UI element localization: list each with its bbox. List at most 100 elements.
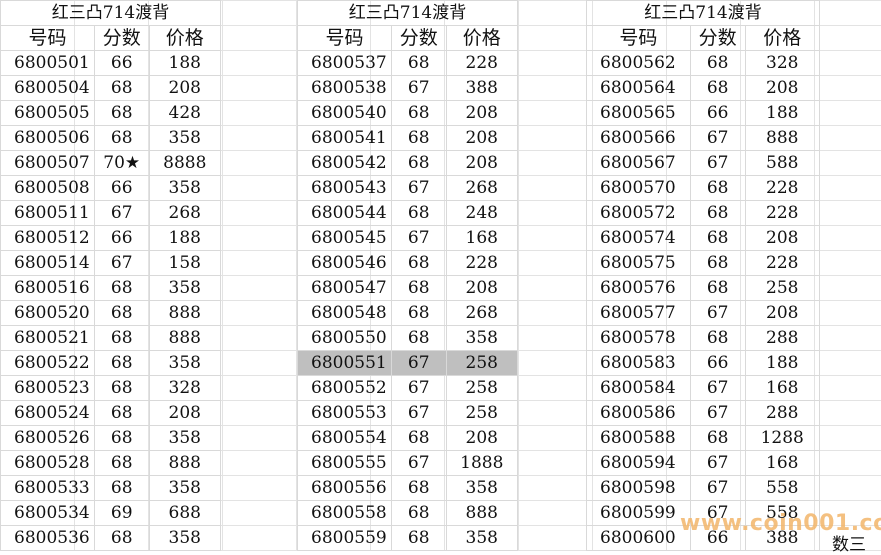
price-cell[interactable]: 1288 <box>744 425 820 451</box>
code-cell[interactable]: 6800554 <box>297 425 392 451</box>
score-cell[interactable]: 68 <box>93 325 150 351</box>
header-price[interactable]: 价格 <box>148 25 222 51</box>
code-cell[interactable]: 6800570 <box>586 175 691 201</box>
table-row[interactable]: 6800575 68 228 <box>586 250 820 276</box>
table-row[interactable]: 6800586 67 288 <box>586 400 820 426</box>
score-cell[interactable]: 68 <box>93 125 150 151</box>
score-cell[interactable]: 67 <box>390 375 447 401</box>
price-cell[interactable]: 688 <box>148 500 222 526</box>
price-cell[interactable]: 888 <box>148 450 222 476</box>
price-cell[interactable]: 888 <box>148 325 222 351</box>
score-cell[interactable]: 68 <box>689 75 746 101</box>
table-row[interactable]: 6800558 68 888 <box>297 500 519 526</box>
table-row[interactable]: 6800562 68 328 <box>586 50 820 76</box>
score-cell[interactable]: 68 <box>390 200 447 226</box>
code-cell[interactable]: 6800546 <box>297 250 392 276</box>
price-cell[interactable]: 228 <box>445 50 519 76</box>
price-cell[interactable]: 258 <box>445 375 519 401</box>
score-cell[interactable]: 67 <box>689 450 746 476</box>
score-cell[interactable]: 68 <box>689 50 746 76</box>
code-cell[interactable]: 6800559 <box>297 525 392 551</box>
header-code[interactable]: 号码 <box>586 25 691 51</box>
score-cell[interactable]: 68 <box>93 450 150 476</box>
code-cell[interactable]: 6800556 <box>297 475 392 501</box>
header-price[interactable]: 价格 <box>744 25 820 51</box>
price-cell[interactable]: 358 <box>148 475 222 501</box>
score-cell[interactable]: 68 <box>93 375 150 401</box>
code-cell[interactable]: 6800538 <box>297 75 392 101</box>
price-cell[interactable]: 228 <box>445 250 519 276</box>
selected-table-row[interactable]: 6800551 67 258 <box>297 350 519 376</box>
price-cell[interactable]: 588 <box>744 150 820 176</box>
table-row[interactable]: 6800506 68 358 <box>0 125 222 151</box>
price-cell[interactable]: 358 <box>148 425 222 451</box>
score-cell[interactable]: 68 <box>390 500 447 526</box>
score-cell[interactable]: 67 <box>390 225 447 251</box>
price-cell[interactable]: 208 <box>445 275 519 301</box>
code-cell[interactable]: 6800576 <box>586 275 691 301</box>
score-cell[interactable]: 68 <box>689 200 746 226</box>
code-cell[interactable]: 6800594 <box>586 450 691 476</box>
price-cell[interactable]: 888 <box>744 125 820 151</box>
code-cell[interactable]: 6800528 <box>0 450 95 476</box>
table-row[interactable]: 6800547 68 208 <box>297 275 519 301</box>
code-cell[interactable]: 6800508 <box>0 175 95 201</box>
price-cell[interactable]: 208 <box>445 125 519 151</box>
price-cell[interactable]: 428 <box>148 100 222 126</box>
score-cell[interactable]: 68 <box>93 475 150 501</box>
score-cell[interactable]: 68 <box>689 425 746 451</box>
table-row[interactable]: 6800522 68 358 <box>0 350 222 376</box>
score-cell[interactable]: 68 <box>390 150 447 176</box>
code-cell[interactable]: 6800543 <box>297 175 392 201</box>
score-cell[interactable]: 67 <box>689 300 746 326</box>
table-row[interactable]: 6800566 67 888 <box>586 125 820 151</box>
score-cell[interactable]: 68 <box>689 175 746 201</box>
code-cell[interactable]: 6800562 <box>586 50 691 76</box>
code-cell[interactable]: 6800537 <box>297 50 392 76</box>
price-cell[interactable]: 248 <box>445 200 519 226</box>
score-cell[interactable]: 68 <box>93 300 150 326</box>
code-cell[interactable]: 6800567 <box>586 150 691 176</box>
price-cell[interactable]: 288 <box>744 325 820 351</box>
price-cell[interactable]: 358 <box>148 125 222 151</box>
code-cell[interactable]: 6800504 <box>0 75 95 101</box>
score-cell[interactable]: 66 <box>689 100 746 126</box>
header-price[interactable]: 价格 <box>445 25 519 51</box>
price-cell[interactable]: 188 <box>744 100 820 126</box>
table-row[interactable]: 6800538 67 388 <box>297 75 519 101</box>
table-row[interactable]: 6800565 66 188 <box>586 100 820 126</box>
score-cell[interactable]: 67 <box>689 475 746 501</box>
price-cell[interactable]: 258 <box>445 400 519 426</box>
score-cell[interactable]: 67 <box>689 150 746 176</box>
table-row[interactable]: 6800578 68 288 <box>586 325 820 351</box>
table-row[interactable]: 6800554 68 208 <box>297 425 519 451</box>
table-row[interactable]: 6800559 68 358 <box>297 525 519 551</box>
code-cell[interactable]: 6800578 <box>586 325 691 351</box>
code-cell[interactable]: 6800524 <box>0 400 95 426</box>
table-row[interactable]: 6800540 68 208 <box>297 100 519 126</box>
score-cell[interactable]: 68 <box>689 225 746 251</box>
table-row[interactable]: 6800508 66 358 <box>0 175 222 201</box>
table-row[interactable]: 6800504 68 208 <box>0 75 222 101</box>
price-cell[interactable]: 258 <box>744 275 820 301</box>
table-row[interactable]: 6800574 68 208 <box>586 225 820 251</box>
code-cell[interactable]: 6800574 <box>586 225 691 251</box>
score-cell[interactable]: 68 <box>689 275 746 301</box>
score-cell[interactable]: 68 <box>390 275 447 301</box>
table-title[interactable]: 红三凸714渡背 <box>297 0 518 26</box>
table-row[interactable]: 6800542 68 208 <box>297 150 519 176</box>
table-row[interactable]: 6800537 68 228 <box>297 50 519 76</box>
code-cell[interactable]: 6800542 <box>297 150 392 176</box>
code-cell[interactable]: 6800586 <box>586 400 691 426</box>
score-cell[interactable]: 68 <box>390 325 447 351</box>
table-row[interactable]: 6800543 67 268 <box>297 175 519 201</box>
price-cell[interactable]: 358 <box>445 325 519 351</box>
code-cell[interactable]: 6800526 <box>0 425 95 451</box>
score-cell[interactable]: 67 <box>689 125 746 151</box>
price-cell[interactable]: 358 <box>148 175 222 201</box>
price-cell[interactable]: 388 <box>445 75 519 101</box>
price-cell[interactable]: 288 <box>744 400 820 426</box>
price-cell[interactable]: 1888 <box>445 450 519 476</box>
score-cell[interactable]: 67 <box>390 450 447 476</box>
header-score[interactable]: 分数 <box>689 25 746 51</box>
